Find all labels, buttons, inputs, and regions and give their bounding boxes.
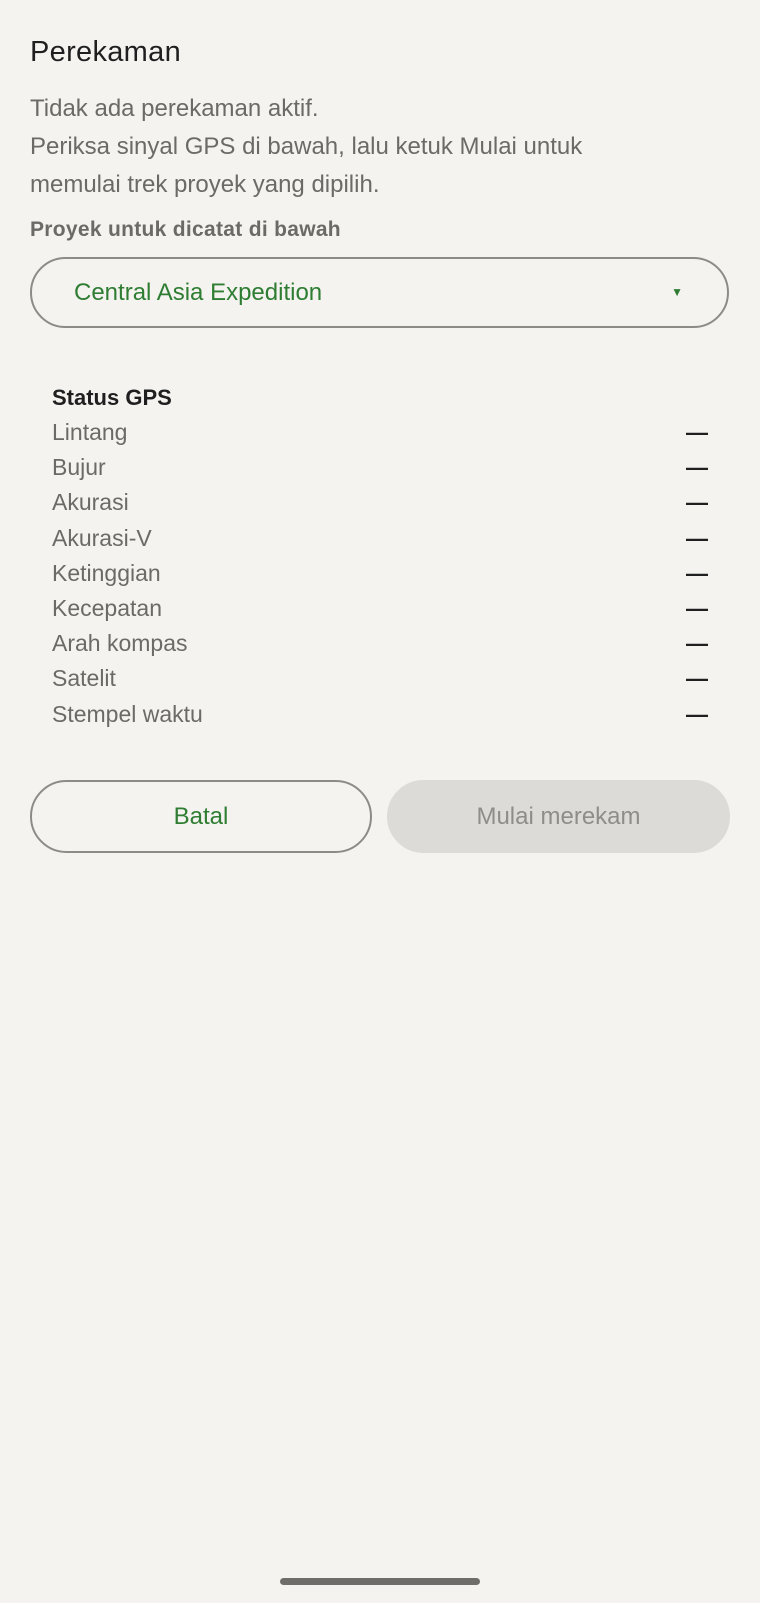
- gps-row-value: —: [686, 490, 708, 516]
- gps-row-label: Kecepatan: [52, 594, 162, 621]
- project-dropdown-value: Central Asia Expedition: [74, 279, 323, 306]
- gps-row-timestamp: Stempel waktu —: [52, 697, 708, 732]
- gps-row-label: Satelit: [52, 665, 116, 692]
- gps-status-panel: Status GPS Lintang — Bujur — Akurasi — A…: [52, 380, 708, 732]
- gps-row-label: Bujur: [52, 454, 106, 481]
- gps-row-value: —: [686, 631, 708, 657]
- gps-row-vertical-accuracy: Akurasi-V —: [52, 521, 708, 556]
- gps-row-label: Ketinggian: [52, 559, 161, 586]
- gps-row-label: Lintang: [52, 419, 128, 445]
- status-line-3: memulai trek proyek yang dipilih.: [30, 171, 380, 198]
- gps-status-title: Status GPS: [52, 385, 172, 410]
- gps-row-bearing: Arah kompas —: [52, 626, 708, 661]
- gps-row-latitude: Lintang —: [52, 415, 708, 450]
- project-select-label: Proyek untuk dicatat di bawah: [30, 218, 341, 241]
- status-line-2: Periksa sinyal GPS di bawah, lalu ketuk …: [30, 133, 583, 160]
- gps-row-longitude: Bujur —: [52, 450, 708, 485]
- home-indicator[interactable]: [280, 1578, 480, 1585]
- gps-row-value: —: [686, 420, 708, 445]
- gps-row-accuracy: Akurasi —: [52, 485, 708, 520]
- recording-status-description: Tidak ada perekaman aktif. Periksa sinya…: [30, 90, 730, 204]
- gps-row-value: —: [686, 701, 708, 727]
- project-dropdown[interactable]: Central Asia Expedition ▼: [30, 257, 729, 328]
- cancel-button[interactable]: Batal: [30, 780, 372, 853]
- dropdown-arrow-icon: ▼: [671, 285, 683, 299]
- gps-row-satellites: Satelit —: [52, 661, 708, 696]
- gps-row-label: Akurasi: [52, 489, 129, 516]
- status-line-1: Tidak ada perekaman aktif.: [30, 95, 319, 122]
- gps-row-value: —: [686, 455, 708, 481]
- gps-row-label: Arah kompas: [52, 630, 188, 657]
- gps-row-label: Stempel waktu: [52, 700, 203, 727]
- start-recording-button[interactable]: Mulai merekam: [387, 780, 730, 853]
- gps-row-speed: Kecepatan —: [52, 591, 708, 626]
- gps-row-label: Akurasi-V: [52, 524, 152, 551]
- gps-row-value: —: [686, 560, 708, 586]
- gps-row-value: —: [686, 525, 708, 551]
- page-title: Perekaman: [30, 36, 181, 68]
- gps-row-altitude: Ketinggian —: [52, 556, 708, 591]
- gps-row-value: —: [686, 666, 708, 692]
- gps-row-value: —: [686, 595, 708, 621]
